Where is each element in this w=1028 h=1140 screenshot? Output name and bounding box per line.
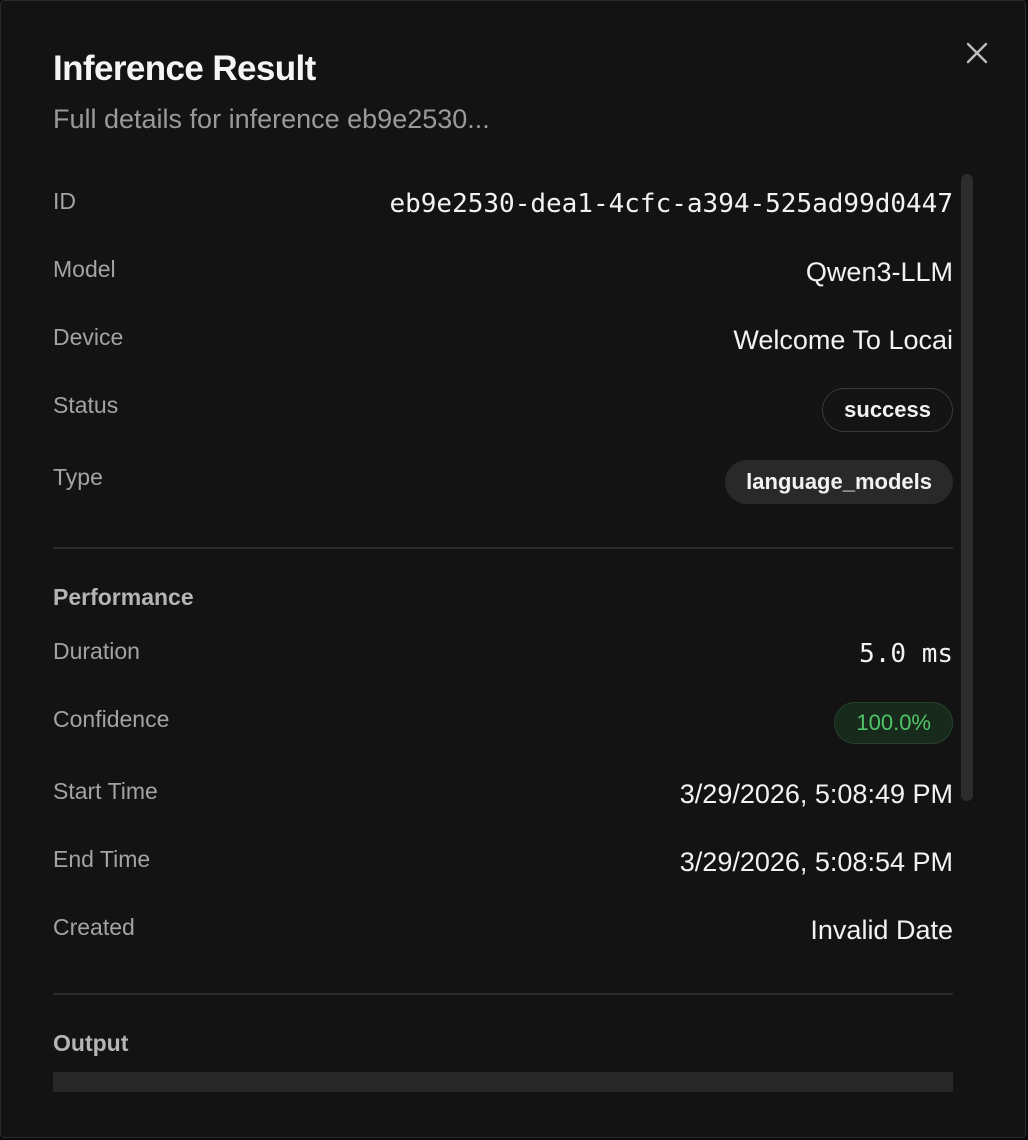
type-label: Type: [53, 464, 103, 490]
type-badge: language_models: [725, 460, 953, 504]
id-label: ID: [53, 188, 76, 214]
perf-row-duration: Duration 5.0 ms: [53, 636, 953, 686]
id-value: eb9e2530-dea1-4cfc-a394-525ad99d0447: [389, 189, 953, 219]
duration-label: Duration: [53, 638, 140, 664]
created-value: Invalid Date: [810, 915, 953, 945]
details-content: ID eb9e2530-dea1-4cfc-a394-525ad99d0447 …: [53, 1, 953, 1137]
confidence-label: Confidence: [53, 706, 170, 732]
start-time-value: 3/29/2026, 5:08:49 PM: [679, 779, 953, 809]
detail-row-model: Model Qwen3-LLM: [53, 254, 953, 304]
end-time-value: 3/29/2026, 5:08:54 PM: [679, 847, 953, 877]
detail-row-status: Status success: [53, 388, 953, 440]
detail-row-type: Type language_models: [53, 460, 953, 512]
device-label: Device: [53, 324, 124, 350]
status-badge: success: [822, 388, 953, 432]
device-value: Welcome To Locai: [733, 325, 953, 355]
perf-row-end-time: End Time 3/29/2026, 5:08:54 PM: [53, 844, 953, 894]
output-section-title: Output: [53, 1030, 129, 1056]
start-time-label: Start Time: [53, 778, 158, 804]
output-content: [53, 1072, 953, 1092]
divider: [53, 993, 953, 995]
confidence-badge: 100.0%: [834, 702, 953, 744]
close-icon: [966, 42, 988, 64]
performance-section-title: Performance: [53, 584, 194, 610]
perf-row-created: Created Invalid Date: [53, 912, 953, 962]
perf-row-confidence: Confidence 100.0%: [53, 702, 953, 754]
perf-row-start-time: Start Time 3/29/2026, 5:08:49 PM: [53, 776, 953, 826]
model-value: Qwen3-LLM: [805, 257, 953, 287]
detail-row-device: Device Welcome To Locai: [53, 322, 953, 372]
status-label: Status: [53, 392, 119, 418]
duration-value: 5.0 ms: [859, 639, 953, 669]
scrollbar-thumb[interactable]: [961, 174, 973, 801]
inference-result-dialog: Inference Result Full details for infere…: [0, 0, 1026, 1138]
created-label: Created: [53, 914, 135, 940]
end-time-label: End Time: [53, 846, 151, 872]
detail-row-id: ID eb9e2530-dea1-4cfc-a394-525ad99d0447: [53, 186, 953, 236]
model-label: Model: [53, 256, 116, 282]
divider: [53, 547, 953, 549]
close-button[interactable]: [961, 37, 993, 69]
